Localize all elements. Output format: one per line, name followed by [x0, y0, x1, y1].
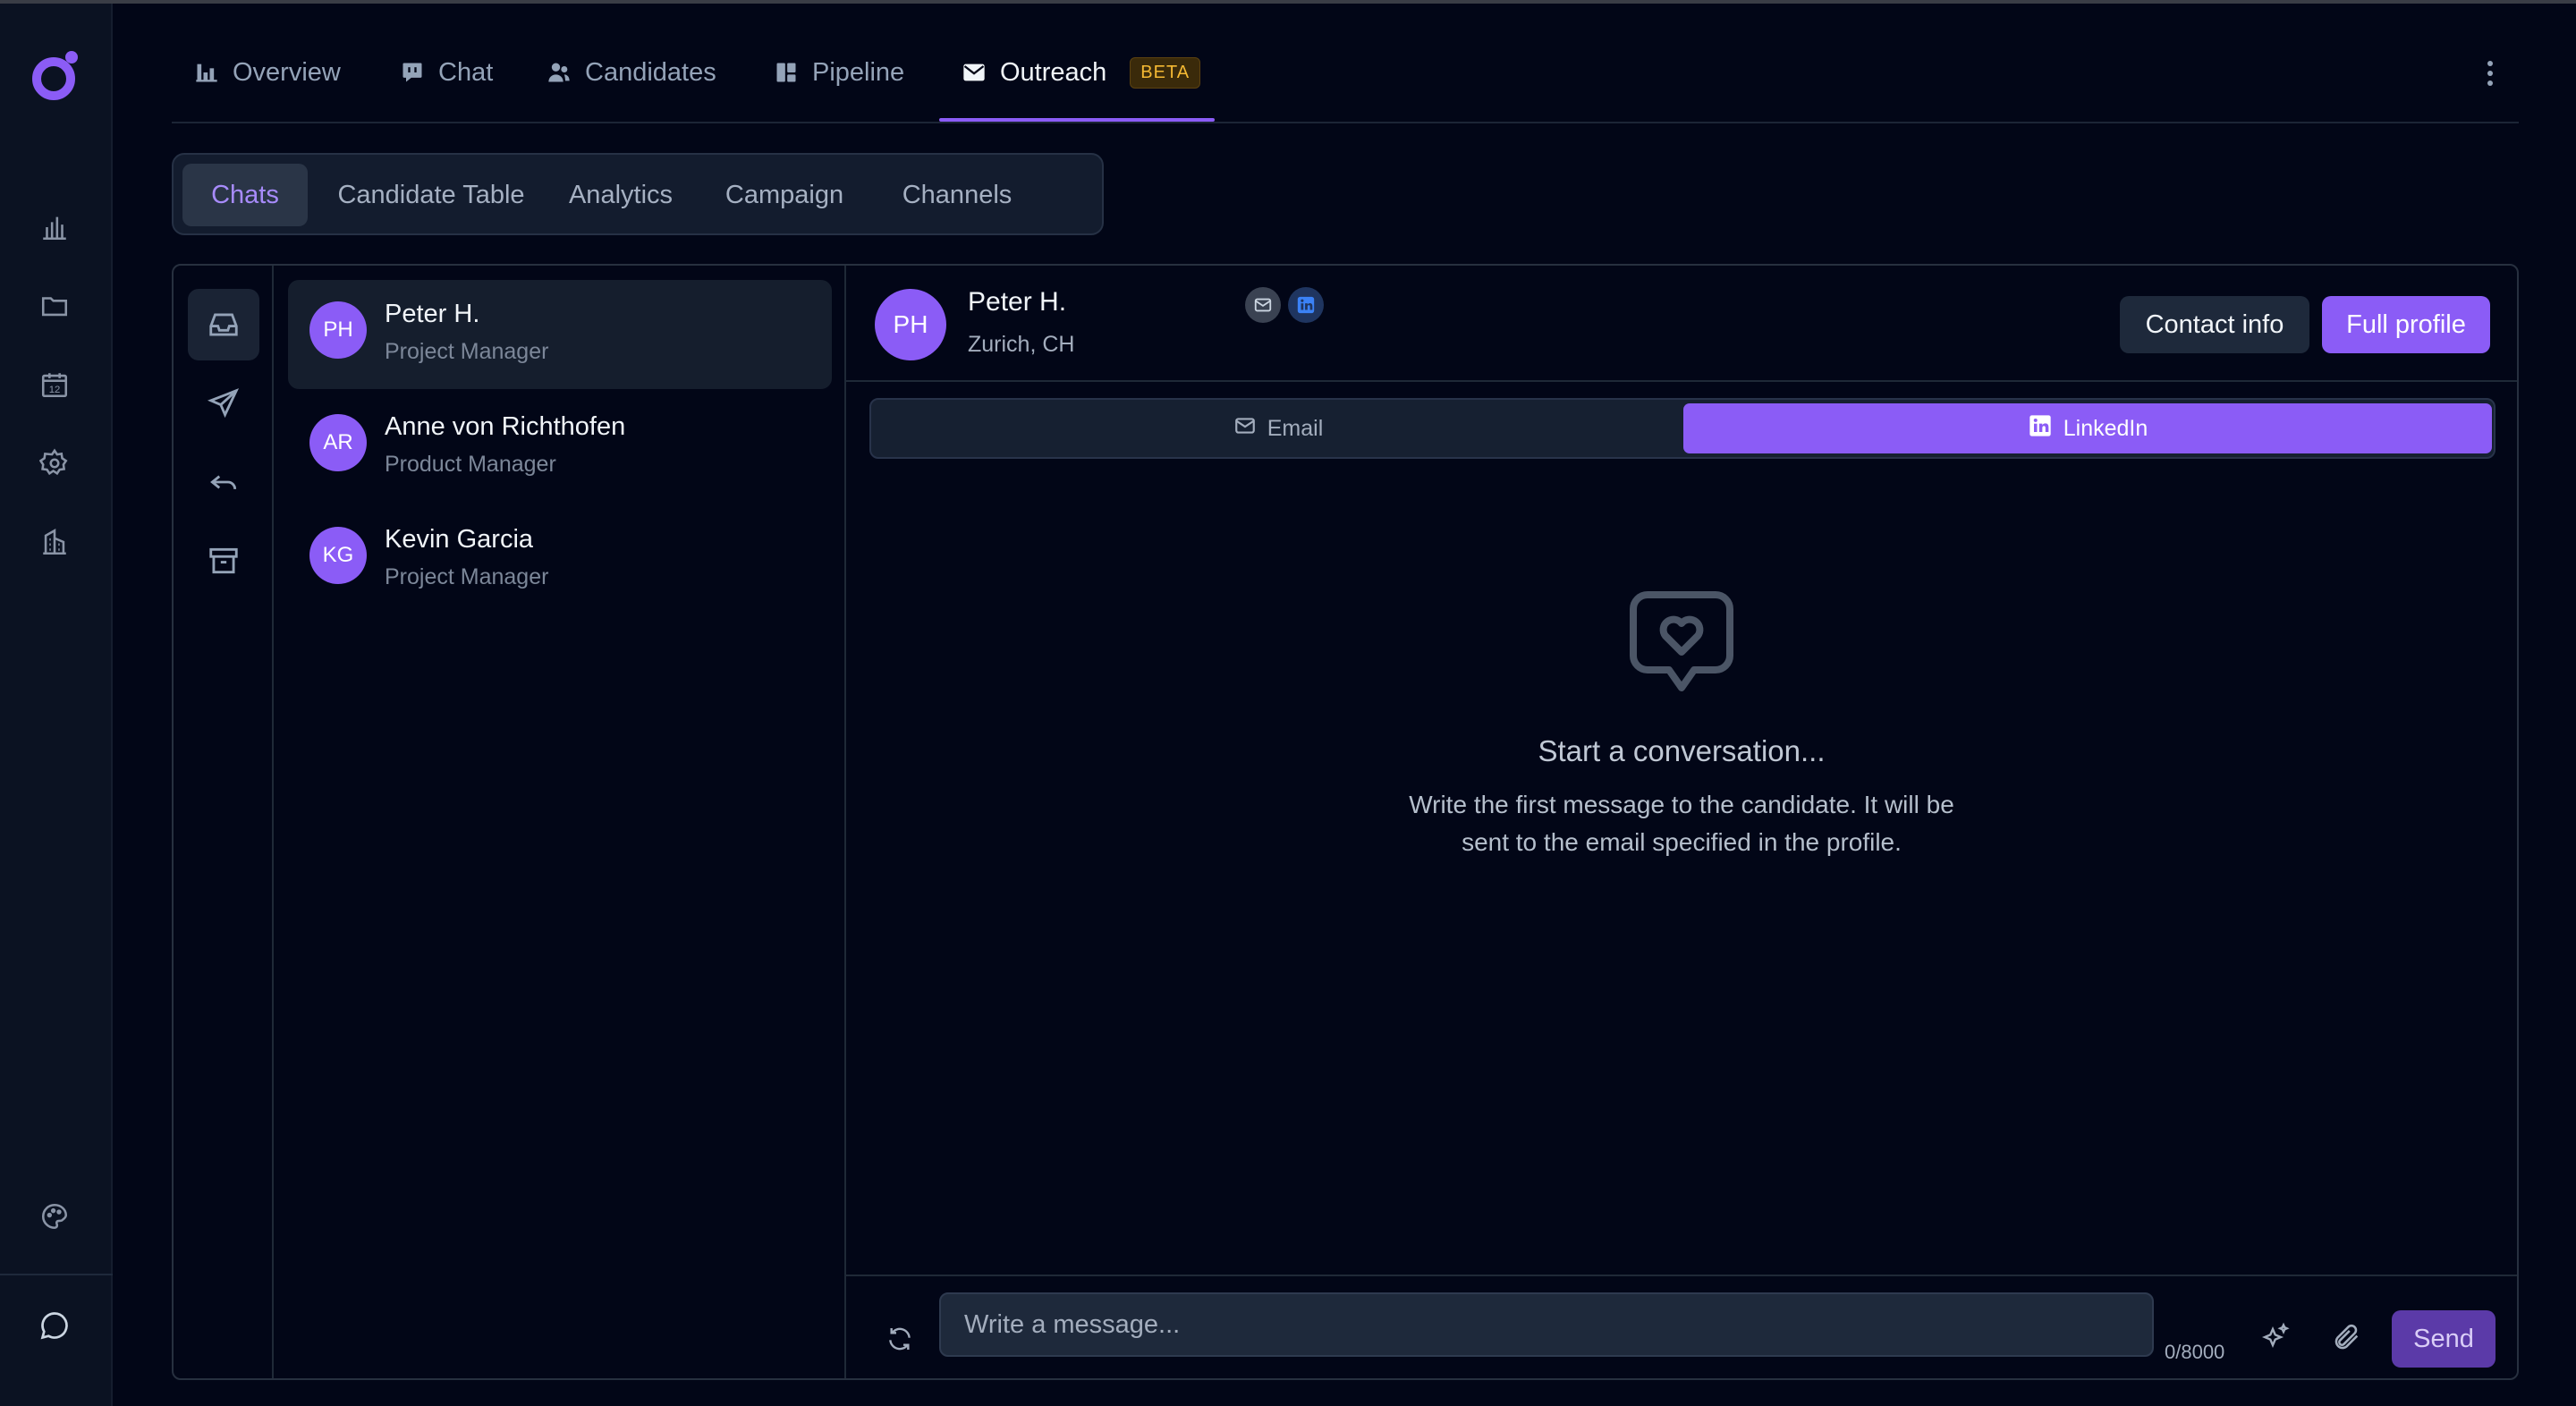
channel-linkedin-option[interactable]: LinkedIn — [1683, 403, 2492, 453]
envelope-icon — [961, 59, 987, 86]
empty-state-text: Write the first message to the candidate… — [1409, 791, 1954, 856]
avatar: PH — [875, 289, 946, 360]
folder-icon[interactable] — [35, 286, 74, 326]
app-logo-icon[interactable] — [27, 45, 86, 104]
avatar: PH — [309, 301, 367, 359]
linkedin-icon — [2028, 413, 2053, 445]
empty-state-title: Start a conversation... — [1538, 734, 1826, 767]
outreach-subtabs: Chats Candidate Table Analytics Campaign… — [172, 153, 1104, 235]
chat-candidate-location: Zurich, CH — [968, 332, 1075, 357]
send-icon[interactable] — [188, 368, 259, 439]
refresh-icon[interactable] — [880, 1319, 919, 1359]
candidate-name: Anne von Richthofen — [385, 412, 626, 441]
empty-state: Start a conversation... Write the first … — [846, 588, 2517, 861]
send-button[interactable]: Send — [2392, 1310, 2496, 1368]
candidate-role: Project Manager — [385, 564, 549, 589]
tab-pipeline[interactable]: Pipeline — [773, 50, 904, 95]
subtab-chats[interactable]: Chats — [182, 164, 308, 226]
subtab-candidate-table[interactable]: Candidate Table — [318, 164, 544, 226]
calendar-day: 12 — [49, 385, 61, 395]
channel-label: LinkedIn — [2063, 415, 2148, 441]
tab-label: Candidates — [585, 57, 716, 87]
palette-icon[interactable] — [35, 1197, 74, 1236]
app-root: 12 Overview Chat Candidates Pipeline Out… — [0, 0, 2576, 1406]
inbox-icon[interactable] — [188, 289, 259, 360]
users-icon — [546, 59, 572, 86]
tab-label: Pipeline — [812, 57, 905, 87]
heart-bubble-icon — [1626, 588, 1737, 699]
message-input[interactable] — [939, 1292, 2154, 1357]
envelope-icon — [1233, 414, 1257, 444]
tab-label: Outreach — [1000, 57, 1107, 87]
candidate-role: Product Manager — [385, 452, 556, 477]
message-composer: 0/8000 Send — [846, 1275, 2517, 1378]
avatar: AR — [309, 414, 367, 471]
tab-label: Overview — [233, 57, 341, 87]
window-top-edge — [0, 0, 2576, 4]
list-item[interactable]: KG Kevin Garcia Project Manager — [288, 505, 832, 614]
candidate-name: Kevin Garcia — [385, 525, 534, 554]
envelope-icon — [1245, 287, 1281, 323]
tab-chat[interactable]: Chat — [399, 50, 493, 95]
tab-overview[interactable]: Overview — [193, 50, 341, 95]
contact-info-button[interactable]: Contact info — [2120, 296, 2309, 353]
message-icon — [399, 59, 426, 86]
chat-bubble-icon[interactable] — [35, 1306, 74, 1345]
tab-outreach[interactable]: Outreach BETA — [961, 50, 1201, 95]
chat-candidate-name: Peter H. — [968, 287, 1067, 317]
active-tab-indicator — [939, 118, 1215, 122]
folder-column — [174, 266, 274, 1378]
chat-pane: PH Peter H. Zurich, CH Contact info Full… — [846, 266, 2517, 1378]
reply-icon[interactable] — [188, 446, 259, 518]
kanban-icon — [773, 59, 800, 86]
bar-chart-icon[interactable] — [35, 208, 74, 247]
bar-chart-icon — [193, 59, 220, 86]
tab-label: Chat — [438, 57, 494, 87]
tab-candidates[interactable]: Candidates — [546, 50, 716, 95]
building-icon[interactable] — [35, 522, 74, 562]
subtab-analytics[interactable]: Analytics — [549, 164, 692, 226]
channel-toggle: Email LinkedIn — [869, 398, 2496, 459]
linkedin-icon — [1288, 287, 1324, 323]
subtab-channels[interactable]: Channels — [877, 164, 1038, 226]
channel-label: Email — [1267, 415, 1324, 441]
chat-header: PH Peter H. Zurich, CH Contact info Full… — [846, 266, 2517, 382]
rail-divider — [0, 1274, 113, 1275]
channel-email-option[interactable]: Email — [875, 403, 1682, 453]
list-item[interactable]: AR Anne von Richthofen Product Manager — [288, 393, 832, 502]
kebab-icon[interactable] — [2474, 54, 2506, 93]
list-item[interactable]: PH Peter H. Project Manager — [288, 280, 832, 389]
candidate-name: Peter H. — [385, 300, 480, 328]
character-counter: 0/8000 — [2165, 1341, 2225, 1363]
paperclip-icon[interactable] — [2327, 1317, 2367, 1357]
calendar-icon[interactable]: 12 — [35, 365, 74, 404]
outreach-panel: PH Peter H. Project Manager AR Anne von … — [172, 264, 2519, 1380]
candidate-list: PH Peter H. Project Manager AR Anne von … — [274, 266, 846, 1378]
full-profile-button[interactable]: Full profile — [2322, 296, 2490, 353]
app-rail: 12 — [0, 4, 113, 1406]
subtab-campaign[interactable]: Campaign — [701, 164, 868, 226]
candidate-role: Project Manager — [385, 339, 549, 364]
archive-icon[interactable] — [188, 525, 259, 597]
top-navigation: Overview Chat Candidates Pipeline Outrea… — [172, 36, 2519, 123]
sparkles-icon[interactable] — [2256, 1317, 2295, 1357]
avatar: KG — [309, 527, 367, 584]
beta-badge: BETA — [1130, 56, 1201, 89]
gear-icon[interactable] — [35, 444, 74, 483]
